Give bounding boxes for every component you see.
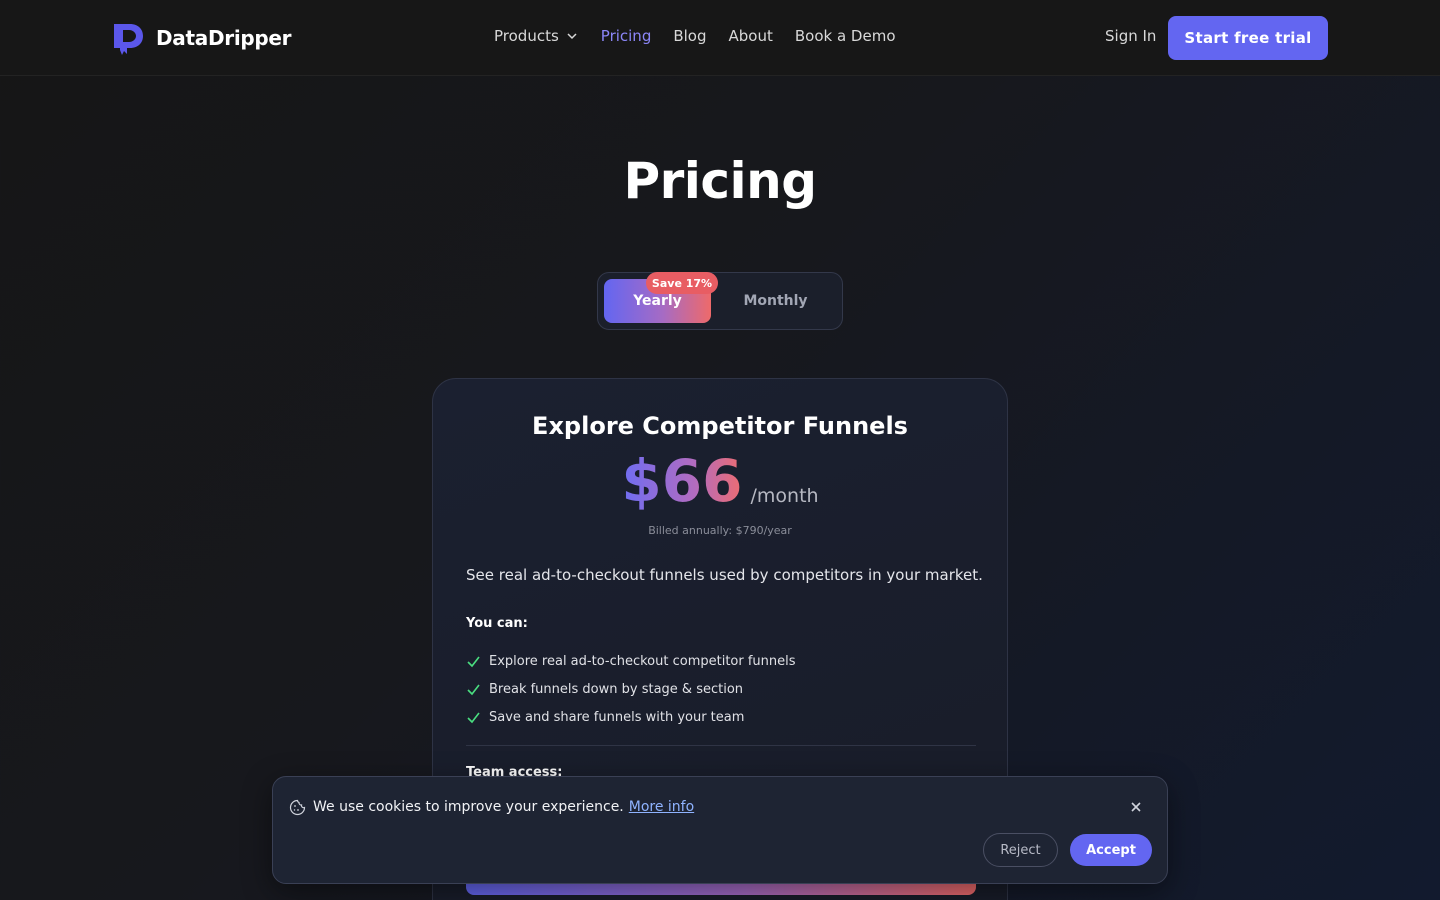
- top-nav: DataDripper Products Pricing Blog About …: [0, 0, 1440, 76]
- feature-item: Explore real ad-to-checkout competitor f…: [466, 647, 796, 675]
- plan-period: /month: [750, 485, 819, 507]
- close-icon[interactable]: [1129, 800, 1143, 814]
- cookie-banner: We use cookies to improve your experienc…: [272, 776, 1168, 884]
- feature-text: Break funnels down by stage & section: [489, 681, 744, 697]
- logo-icon: [114, 24, 143, 55]
- check-icon: [467, 712, 480, 723]
- nav-link-pricing[interactable]: Pricing: [601, 27, 652, 45]
- start-free-trial-button[interactable]: Start free trial: [1168, 16, 1328, 60]
- feature-item: Break funnels down by stage & section: [466, 675, 796, 703]
- chevron-down-icon: [567, 33, 577, 40]
- billed-annually-note: Billed annually: $790/year: [648, 524, 792, 537]
- cookie-message-text: We use cookies to improve your experienc…: [313, 799, 624, 815]
- page-title: Pricing: [623, 152, 817, 210]
- feature-text: Save and share funnels with your team: [489, 709, 745, 725]
- feature-text: Explore real ad-to-checkout competitor f…: [489, 653, 796, 669]
- plan-price: $66: [621, 447, 743, 515]
- nav-products-dropdown[interactable]: Products: [494, 27, 579, 45]
- plan-title: Explore Competitor Funnels: [532, 412, 908, 440]
- nav-link-blog[interactable]: Blog: [673, 27, 706, 45]
- feature-item: Save and share funnels with your team: [466, 703, 796, 731]
- brand-logo[interactable]: DataDripper: [112, 21, 292, 55]
- sign-in-link[interactable]: Sign In: [1105, 27, 1156, 45]
- nav-link-about[interactable]: About: [729, 27, 773, 45]
- check-icon: [467, 684, 480, 695]
- you-can-heading: You can:: [466, 616, 528, 631]
- cookie-reject-button[interactable]: Reject: [983, 833, 1058, 867]
- brand-name: DataDripper: [156, 26, 292, 50]
- cookie-icon: [289, 799, 306, 816]
- cookie-message: We use cookies to improve your experienc…: [313, 799, 694, 815]
- nav-products-label: Products: [494, 27, 559, 45]
- feature-list: Explore real ad-to-checkout competitor f…: [466, 647, 796, 731]
- billing-monthly-option[interactable]: Monthly: [728, 279, 823, 323]
- cookie-accept-button[interactable]: Accept: [1070, 834, 1152, 866]
- price-row: $66 /month: [433, 449, 1007, 513]
- billing-toggle: Yearly Monthly Save 17%: [597, 272, 843, 330]
- main-nav: Products Pricing Blog About Book a Demo: [494, 27, 896, 45]
- plan-description: See real ad-to-checkout funnels used by …: [466, 566, 983, 584]
- cookie-more-info-link[interactable]: More info: [629, 799, 694, 815]
- nav-link-book-demo[interactable]: Book a Demo: [795, 27, 896, 45]
- card-divider: [466, 745, 976, 746]
- check-icon: [467, 656, 480, 667]
- save-badge: Save 17%: [646, 272, 718, 294]
